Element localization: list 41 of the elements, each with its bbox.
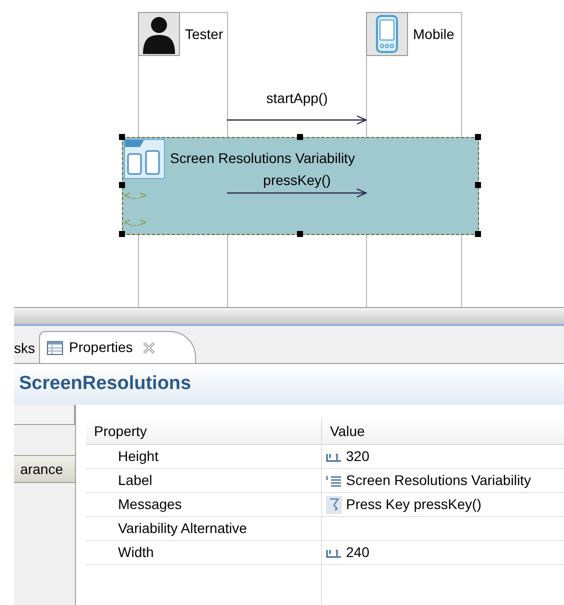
close-icon[interactable] [142, 342, 155, 354]
column-header[interactable]: Value [322, 419, 564, 444]
resize-handle[interactable] [475, 182, 481, 188]
tab[interactable]: sks [14, 333, 39, 364]
property-name: Width [86, 541, 322, 564]
lifeline-name: Mobile [413, 27, 454, 41]
person-icon [138, 12, 180, 56]
panel-title: ScreenResolutions [19, 372, 192, 396]
number-icon [326, 450, 342, 462]
alternative-marker: <...> [124, 218, 146, 229]
property-value[interactable]: Press Key pressKey() [346, 494, 482, 515]
message-label: startApp() [265, 91, 329, 105]
variability-icon [124, 139, 165, 179]
sidebar-tab[interactable]: arance [14, 455, 75, 483]
property-value[interactable]: 320 [346, 446, 370, 467]
resize-handle[interactable] [297, 134, 303, 140]
property-value[interactable]: 240 [346, 542, 370, 563]
property-name: Height [86, 445, 322, 468]
alternative-marker: <...> [124, 191, 146, 202]
property-name: Variability Alternative [86, 517, 322, 540]
resize-handle[interactable] [119, 182, 125, 188]
resize-handle[interactable] [297, 231, 303, 237]
message-label: pressKey() [262, 173, 332, 187]
resize-handle[interactable] [475, 134, 481, 140]
property-value[interactable]: Screen Resolutions Variability [346, 470, 531, 491]
property-name: Label [86, 469, 322, 492]
table-icon [47, 340, 63, 355]
fragment-title: Screen Resolutions Variability [170, 151, 355, 165]
number-icon [326, 546, 342, 558]
property-name: Messages [86, 493, 322, 516]
fragment-background[interactable] [122, 137, 479, 235]
resize-handle[interactable] [119, 134, 125, 140]
phone-icon [366, 12, 408, 56]
list-icon [326, 474, 342, 486]
column-header[interactable]: Property [86, 419, 322, 444]
sidebar-tab[interactable] [14, 405, 75, 425]
message-icon [326, 496, 342, 514]
resize-handle[interactable] [475, 231, 481, 237]
resize-handle[interactable] [119, 231, 125, 237]
tab[interactable]: Properties [39, 331, 196, 364]
lifeline-name: Tester [185, 27, 224, 41]
